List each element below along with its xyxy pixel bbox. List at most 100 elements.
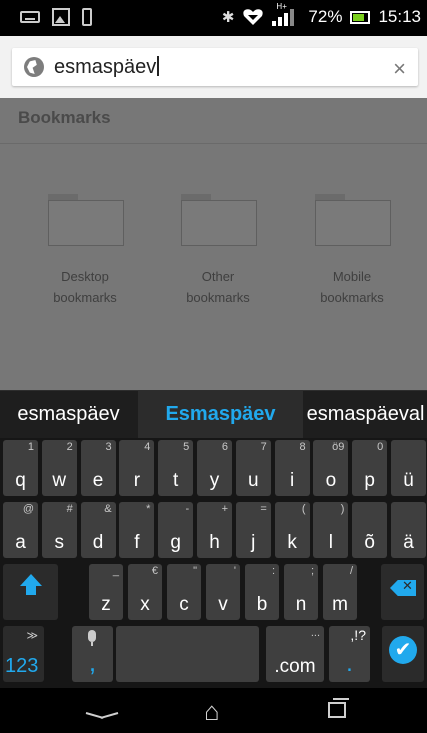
key-v[interactable]: ' v [206, 564, 240, 620]
key-q[interactable]: 1q [3, 440, 38, 496]
key-main-label: r [133, 470, 141, 491]
key-alt-label: # [66, 503, 73, 515]
key-h[interactable]: + h [197, 502, 232, 558]
key-x[interactable]: € x [128, 564, 162, 620]
enter-key[interactable]: ✔ [382, 626, 424, 682]
key-main-label: ü [403, 470, 414, 491]
key-alt-label: * [146, 503, 151, 515]
key-f[interactable]: * f [119, 502, 155, 558]
toolbar: esmaspäev × [0, 36, 427, 98]
key-alt-label: / [349, 565, 353, 577]
key-alt-label: - [185, 503, 190, 515]
key-alt-label: ö9 [332, 441, 345, 453]
space-bar[interactable] [116, 626, 259, 682]
key-alt-label: : [271, 565, 275, 577]
period-key[interactable]: ,!? . [329, 626, 370, 682]
folder-label-line: Mobile [332, 269, 372, 284]
key-alt-label: 8 [299, 441, 306, 453]
key-g[interactable]: -g [158, 502, 194, 558]
shift-arrow-icon [20, 574, 42, 595]
key-main-label: x [140, 594, 150, 615]
key-main-label: o [325, 470, 337, 491]
navigation-bar: ⌂ [0, 688, 427, 733]
url-input[interactable]: esmaspäev × [12, 48, 418, 86]
suggestion-right[interactable]: esmaspäeval [304, 391, 427, 439]
key-main-label: y [209, 470, 220, 491]
key-k[interactable]: (k [274, 502, 310, 558]
key-t[interactable]: 5t [158, 440, 194, 496]
key-main-label: e [92, 470, 104, 491]
key-alt-label: 7 [260, 441, 267, 453]
key-main-label: m [332, 594, 348, 615]
recent-apps-button[interactable] [308, 688, 368, 733]
keyboard-icon [20, 11, 40, 23]
key-main-label: õ [364, 532, 375, 553]
folder-label-line: bookmarks [320, 290, 384, 305]
key-p[interactable]: 0p [352, 440, 388, 496]
key-z[interactable]: _ z [89, 564, 123, 620]
key-main-label: ä [403, 532, 414, 553]
picture-icon [52, 8, 70, 26]
key-main-label: s [54, 532, 65, 553]
bookmarks-title: Bookmarks [18, 108, 111, 127]
dotcom-key-label: .com [274, 656, 316, 677]
status-bar: ✱ H+ 72% 15:13 [0, 0, 427, 36]
home-button[interactable]: ⌂ [186, 688, 246, 733]
key-j[interactable]: = j [235, 502, 271, 558]
key-o[interactable]: ö9 o [313, 440, 349, 496]
battery-icon [350, 10, 371, 24]
home-icon: ⌂ [204, 696, 220, 726]
key-d[interactable]: & d [80, 502, 116, 558]
bluetooth-icon: ✱ [221, 9, 235, 26]
key-c[interactable]: " c [167, 564, 201, 620]
key-m[interactable]: / m [323, 564, 357, 620]
backspace-key[interactable]: ✕ [381, 564, 424, 620]
key-i[interactable]: 8i [274, 440, 310, 496]
key-w[interactable]: 2w [41, 440, 77, 496]
bookmark-folder-desktop[interactable]: Desktop bookmarks [30, 194, 140, 308]
key-alt-label: 6 [221, 441, 228, 453]
key-main-label: g [170, 532, 181, 553]
numbers-key[interactable]: ≫ 123 [3, 626, 44, 682]
dotcom-key[interactable]: ... .com [266, 626, 324, 682]
shift-key[interactable] [3, 564, 58, 620]
key-y[interactable]: 6y [197, 440, 232, 496]
folder-icon [315, 194, 391, 246]
key-ä[interactable]: ä [391, 502, 426, 558]
key-n[interactable]: ; n [284, 564, 318, 620]
backspace-x-icon: ✕ [402, 578, 413, 593]
battery-percent: 72% [308, 7, 343, 26]
key-u[interactable]: 7u [235, 440, 271, 496]
key-b[interactable]: :b [245, 564, 279, 620]
key-main-label: i [289, 470, 295, 491]
key-a[interactable]: @ a [3, 502, 38, 558]
key-main-label: b [256, 594, 268, 615]
suggestion-center[interactable]: Esmaspäev [138, 391, 303, 439]
key-alt-label: 4 [144, 441, 151, 453]
key-alt-label: 1 [27, 441, 34, 453]
key-r[interactable]: 4r [119, 440, 155, 496]
url-text[interactable]: esmaspäev [54, 56, 160, 79]
back-button[interactable] [72, 688, 132, 733]
key-l[interactable]: ) l [313, 502, 349, 558]
folder-label-line: Desktop [61, 269, 109, 284]
suggestion-left[interactable]: esmaspäev [0, 391, 137, 439]
key-s[interactable]: # s [41, 502, 77, 558]
swiftkey-icon: ≫ [26, 630, 38, 642]
phone-icon [82, 8, 92, 26]
key-main-label: h [209, 532, 220, 553]
key-ü[interactable]: ü [391, 440, 426, 496]
bookmark-folder-other[interactable]: Other bookmarks [163, 194, 273, 308]
heart-icon [243, 9, 264, 25]
key-õ[interactable]: õ [352, 502, 388, 558]
bookmark-folder-mobile[interactable]: Mobile bookmarks [297, 194, 407, 308]
dotcom-key-alt: ... [310, 627, 320, 639]
key-alt-label: + [221, 503, 228, 515]
comma-key[interactable]: , [72, 626, 113, 682]
recent-apps-icon [328, 698, 349, 718]
clear-icon[interactable]: × [393, 56, 406, 82]
key-e[interactable]: 3e [80, 440, 116, 496]
key-alt-label: ) [340, 503, 345, 515]
soft-keyboard: ≫ 123 , ... .com ,!? . ✔ ✕ 1q2w3e4r5t6y7… [0, 438, 427, 688]
back-chevron-icon [86, 708, 118, 718]
